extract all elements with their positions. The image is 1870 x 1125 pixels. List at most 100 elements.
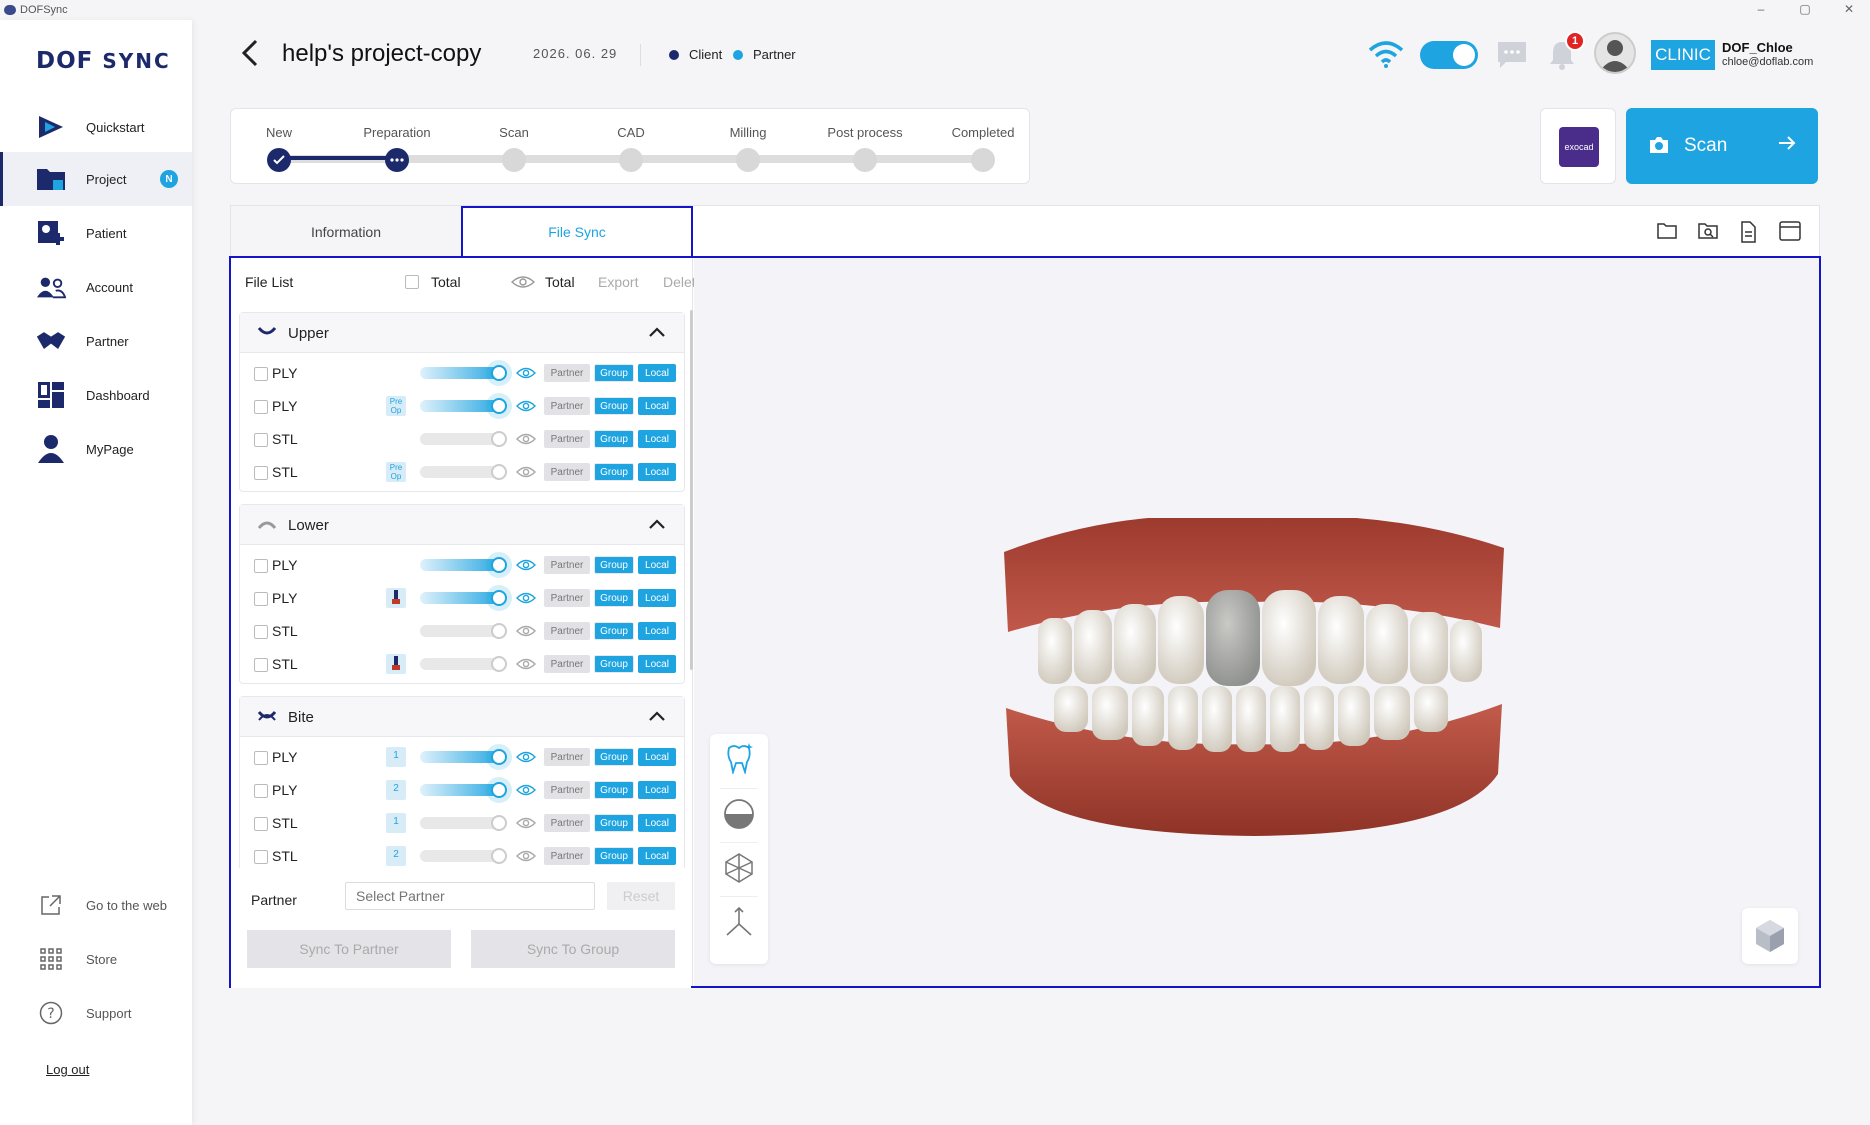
file-checkbox[interactable] <box>254 559 268 573</box>
partner-pill[interactable]: Partner <box>544 622 590 640</box>
chevron-up-icon[interactable] <box>648 707 666 725</box>
group-pill[interactable]: Group <box>594 463 634 481</box>
file-checkbox[interactable] <box>254 592 268 606</box>
eye-icon[interactable] <box>516 558 536 572</box>
slider-knob[interactable] <box>491 464 507 480</box>
group-pill[interactable]: Group <box>594 847 634 865</box>
step-dot-preparation[interactable] <box>385 148 409 172</box>
view-cube-button[interactable] <box>1742 908 1798 964</box>
local-pill[interactable]: Local <box>638 556 676 574</box>
file-checkbox[interactable] <box>254 784 268 798</box>
eye-icon[interactable] <box>516 783 536 797</box>
group-pill[interactable]: Group <box>594 589 634 607</box>
opacity-slider[interactable] <box>420 749 507 765</box>
local-pill[interactable]: Local <box>638 430 676 448</box>
partner-pill[interactable]: Partner <box>544 430 590 448</box>
opacity-slider[interactable] <box>420 815 507 831</box>
scan-button[interactable]: Scan <box>1626 108 1818 184</box>
group-pill[interactable]: Group <box>594 655 634 673</box>
group-pill[interactable]: Group <box>594 622 634 640</box>
eye-icon[interactable] <box>516 399 536 413</box>
local-pill[interactable]: Local <box>638 781 676 799</box>
group-pill[interactable]: Group <box>594 430 634 448</box>
file-checkbox[interactable] <box>254 658 268 672</box>
tooth-ai-icon[interactable] <box>723 742 755 776</box>
tab-information[interactable]: Information <box>231 206 461 258</box>
step-dot-completed[interactable] <box>971 148 995 172</box>
eye-icon[interactable] <box>516 465 536 479</box>
opacity-slider[interactable] <box>420 431 507 447</box>
exocad-button[interactable]: exocad <box>1540 108 1616 184</box>
3d-viewer[interactable] <box>694 258 1819 986</box>
opacity-slider[interactable] <box>420 623 507 639</box>
folder-search-icon[interactable] <box>1697 221 1719 243</box>
folder-open-icon[interactable] <box>1656 221 1678 243</box>
local-pill[interactable]: Local <box>638 589 676 607</box>
sidebar-item-partner[interactable]: Partner <box>0 314 192 368</box>
group-pill[interactable]: Group <box>594 556 634 574</box>
opacity-slider[interactable] <box>420 557 507 573</box>
file-checkbox[interactable] <box>254 433 268 447</box>
group-pill[interactable]: Group <box>594 748 634 766</box>
slider-knob[interactable] <box>491 782 507 798</box>
partner-pill[interactable]: Partner <box>544 556 590 574</box>
partner-pill[interactable]: Partner <box>544 655 590 673</box>
sidebar-item-account[interactable]: Account <box>0 260 192 314</box>
eye-icon[interactable] <box>516 624 536 638</box>
slider-knob[interactable] <box>491 557 507 573</box>
half-circle-icon[interactable] <box>723 798 755 830</box>
local-pill[interactable]: Local <box>638 463 676 481</box>
slider-knob[interactable] <box>491 815 507 831</box>
axis-icon[interactable] <box>723 906 755 938</box>
avatar[interactable] <box>1594 32 1636 74</box>
chevron-up-icon[interactable] <box>648 323 666 341</box>
partner-pill[interactable]: Partner <box>544 781 590 799</box>
local-pill[interactable]: Local <box>638 364 676 382</box>
eye-icon[interactable] <box>516 750 536 764</box>
opacity-slider[interactable] <box>420 365 507 381</box>
logout-link[interactable]: Log out <box>46 1062 89 1077</box>
select-all-checkbox[interactable]: Total <box>405 274 461 290</box>
eye-icon[interactable] <box>516 816 536 830</box>
local-pill[interactable]: Local <box>638 397 676 415</box>
slider-knob[interactable] <box>491 590 507 606</box>
file-checkbox[interactable] <box>254 367 268 381</box>
sidebar-item-project[interactable]: Project N <box>0 152 192 206</box>
local-pill[interactable]: Local <box>638 748 676 766</box>
checkbox[interactable] <box>405 275 419 289</box>
partner-pill[interactable]: Partner <box>544 463 590 481</box>
slider-knob[interactable] <box>491 365 507 381</box>
step-dot-milling[interactable] <box>736 148 760 172</box>
partner-pill[interactable]: Partner <box>544 814 590 832</box>
sidebar-item-support[interactable]: ? Support <box>0 986 192 1040</box>
slider-knob[interactable] <box>491 848 507 864</box>
document-icon[interactable] <box>1738 221 1760 243</box>
eye-icon[interactable] <box>516 432 536 446</box>
sync-to-partner-button[interactable]: Sync To Partner <box>247 930 451 968</box>
file-checkbox[interactable] <box>254 850 268 864</box>
tab-file-sync[interactable]: File Sync <box>461 206 693 258</box>
eye-icon[interactable] <box>516 849 536 863</box>
sync-to-group-button[interactable]: Sync To Group <box>471 930 675 968</box>
partner-pill[interactable]: Partner <box>544 589 590 607</box>
group-pill[interactable]: Group <box>594 814 634 832</box>
sidebar-item-patient[interactable]: Patient <box>0 206 192 260</box>
slider-knob[interactable] <box>491 623 507 639</box>
local-pill[interactable]: Local <box>638 814 676 832</box>
partner-pill[interactable]: Partner <box>544 748 590 766</box>
scrollbar[interactable] <box>690 310 693 670</box>
step-dot-cad[interactable] <box>619 148 643 172</box>
opacity-slider[interactable] <box>420 848 507 864</box>
chevron-up-icon[interactable] <box>648 515 666 533</box>
opacity-slider[interactable] <box>420 590 507 606</box>
slider-knob[interactable] <box>491 749 507 765</box>
group-header[interactable]: Bite <box>240 697 684 737</box>
slider-knob[interactable] <box>491 398 507 414</box>
group-pill[interactable]: Group <box>594 781 634 799</box>
file-checkbox[interactable] <box>254 817 268 831</box>
close-button[interactable]: ✕ <box>1834 2 1864 18</box>
group-pill[interactable]: Group <box>594 364 634 382</box>
local-pill[interactable]: Local <box>638 622 676 640</box>
file-list-scroll[interactable]: Upper PLY Partner Group Local PLY Pre Op Partner… <box>239 312 685 868</box>
file-checkbox[interactable] <box>254 400 268 414</box>
